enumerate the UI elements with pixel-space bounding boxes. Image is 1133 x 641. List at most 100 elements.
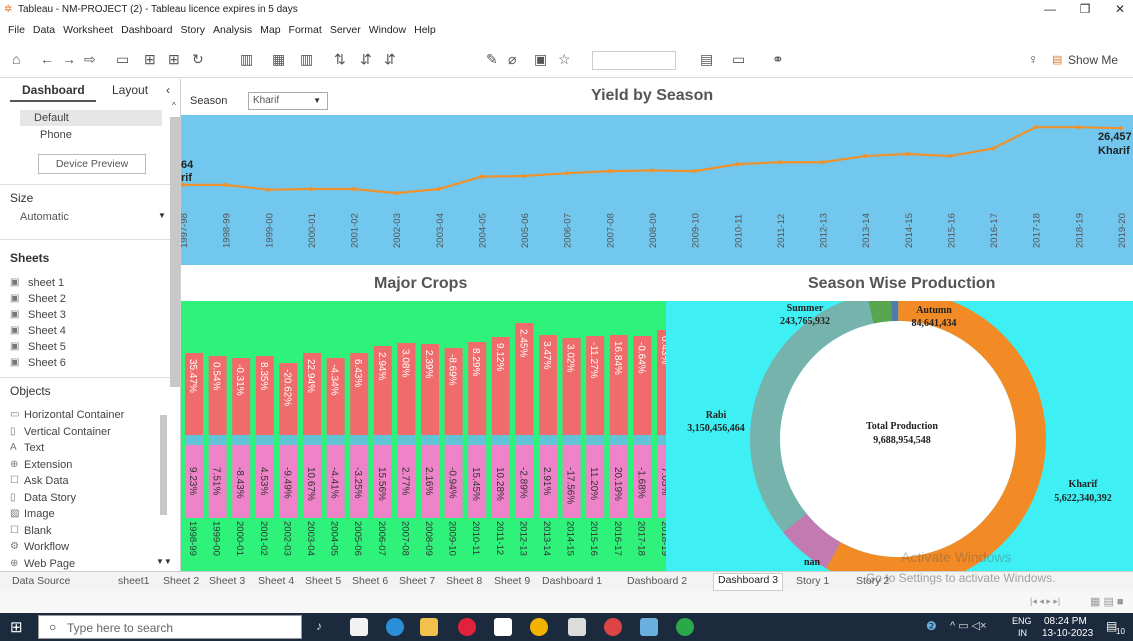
yield-point[interactable]: [607, 169, 612, 174]
tray-icons[interactable]: ^ ▭ ◁×: [950, 619, 987, 632]
restore-button[interactable]: ❐: [1075, 2, 1095, 16]
device-default[interactable]: Default: [34, 112, 69, 124]
help-icon[interactable]: ❷: [926, 619, 937, 633]
bar-mid-segment[interactable]: [657, 435, 666, 445]
show-cards-icon[interactable]: ▤: [700, 51, 713, 68]
object-text[interactable]: Text: [24, 442, 44, 454]
yield-point[interactable]: [1076, 125, 1081, 130]
sheet-item-3[interactable]: Sheet 3: [28, 309, 66, 322]
back-icon[interactable]: ←: [40, 51, 54, 67]
bar-mid-segment[interactable]: [609, 435, 628, 445]
bar-mid-segment[interactable]: [633, 435, 652, 445]
bottom-tab-sheet-2[interactable]: Sheet 2: [163, 575, 199, 587]
sheet-item-1[interactable]: sheet 1: [28, 277, 64, 290]
show-me-button[interactable]: Show Me: [1068, 53, 1118, 67]
yield-point[interactable]: [1033, 125, 1038, 130]
sheet-item-2[interactable]: Sheet 2: [28, 293, 66, 306]
presentation-icon[interactable]: ▭: [732, 51, 745, 68]
bar-mid-segment[interactable]: [185, 435, 203, 445]
opera-icon[interactable]: [458, 618, 476, 636]
yield-point[interactable]: [948, 154, 953, 159]
bottom-tab-dashboard-2[interactable]: Dashboard 2: [627, 575, 687, 587]
objects-scroll-down-icon[interactable]: ▼▼: [156, 557, 172, 566]
document-icon[interactable]: [494, 618, 512, 636]
bar-mid-segment[interactable]: [468, 435, 487, 445]
major-crops-bar-chart[interactable]: 35.47% 9.23% 1998-99 0.54% 7.51% 1999-00 -0.31…: [181, 301, 666, 571]
app2-icon[interactable]: [640, 618, 658, 636]
yield-point[interactable]: [308, 187, 313, 192]
left-scrollbar[interactable]: [170, 117, 180, 387]
minimize-button[interactable]: —: [1040, 2, 1060, 16]
bar-mid-segment[interactable]: [515, 435, 534, 445]
sort-asc-icon[interactable]: ⇵: [360, 51, 372, 68]
menu-window[interactable]: Window: [369, 20, 406, 40]
bottom-tab-sheet-7[interactable]: Sheet 7: [399, 575, 435, 587]
bottom-tab-sheet1[interactable]: sheet1: [118, 575, 150, 587]
bottom-tab-sheet-5[interactable]: Sheet 5: [305, 575, 341, 587]
yield-point[interactable]: [905, 151, 910, 156]
menu-worksheet[interactable]: Worksheet: [63, 20, 113, 40]
yield-point[interactable]: [863, 154, 868, 159]
bar-mid-segment[interactable]: [232, 435, 251, 445]
bottom-tab-dashboard-3[interactable]: Dashboard 3: [713, 573, 784, 591]
menu-server[interactable]: Server: [330, 20, 361, 40]
new-worksheet-icon[interactable]: ▥: [240, 51, 253, 68]
menu-format[interactable]: Format: [289, 20, 322, 40]
bar-mid-segment[interactable]: [562, 435, 581, 445]
yield-point[interactable]: [735, 162, 740, 167]
season-filter-dropdown[interactable]: Kharif ▼: [248, 92, 328, 110]
sheet-item-4[interactable]: Sheet 4: [28, 325, 66, 338]
clock-date[interactable]: 13-10-2023: [1042, 628, 1093, 639]
bar-mid-segment[interactable]: [421, 435, 439, 445]
object-ask-data[interactable]: Ask Data: [24, 475, 69, 487]
clear-sheet-icon[interactable]: ▥: [300, 51, 313, 68]
object-blank[interactable]: Blank: [24, 525, 52, 537]
bottom-tab-sheet-8[interactable]: Sheet 8: [446, 575, 482, 587]
close-button[interactable]: ✕: [1110, 2, 1130, 16]
bottom-tab-sheet-4[interactable]: Sheet 4: [258, 575, 294, 587]
chrome-icon[interactable]: [530, 618, 548, 636]
yield-point[interactable]: [777, 160, 782, 165]
object-image[interactable]: Image: [24, 508, 55, 520]
bar-mid-segment[interactable]: [586, 435, 605, 445]
windows-start-icon[interactable]: ⊞: [10, 618, 23, 636]
pin-icon[interactable]: ☆: [558, 51, 571, 68]
bar-mid-segment[interactable]: [350, 435, 369, 445]
forward-icon[interactable]: →: [62, 51, 76, 67]
edge-icon[interactable]: [386, 618, 404, 636]
duplicate-icon[interactable]: ▦: [272, 51, 285, 68]
size-dropdown[interactable]: Automatic: [20, 211, 69, 223]
bottom-tab-dashboard-1[interactable]: Dashboard 1: [542, 575, 602, 587]
home-icon[interactable]: ⌂: [12, 51, 20, 67]
share-icon[interactable]: ⚭: [772, 51, 784, 68]
object-data-story[interactable]: Data Story: [24, 492, 76, 504]
tooltip-icon[interactable]: ♀: [1028, 51, 1039, 67]
menu-story[interactable]: Story: [180, 20, 205, 40]
bottom-tab-sheet-6[interactable]: Sheet 6: [352, 575, 388, 587]
new-sheet-icon[interactable]: ⊞: [168, 51, 180, 68]
app-icon[interactable]: [604, 618, 622, 636]
label-icon[interactable]: ▣: [534, 51, 547, 68]
region-indicator[interactable]: IN: [1018, 628, 1027, 638]
yield-point[interactable]: [820, 160, 825, 165]
tab-layout[interactable]: Layout: [112, 83, 148, 97]
yield-point[interactable]: [223, 182, 228, 187]
bottom-tab-sheet-3[interactable]: Sheet 3: [209, 575, 245, 587]
bar-mid-segment[interactable]: [255, 435, 274, 445]
object-web-page[interactable]: Web Page: [24, 558, 75, 570]
fit-dropdown[interactable]: [592, 51, 676, 70]
season-production-donut-chart[interactable]: Summer 243,765,932 Autumn 84,641,434 Rabi 3,1…: [666, 301, 1133, 571]
yield-point[interactable]: [394, 191, 399, 196]
yield-point[interactable]: [351, 187, 356, 192]
object-horizontal-container[interactable]: Horizontal Container: [24, 409, 124, 421]
yield-point[interactable]: [692, 169, 697, 174]
device-preview-button[interactable]: Device Preview: [38, 154, 146, 174]
bar-mid-segment[interactable]: [491, 435, 510, 445]
taskbar-search-box[interactable]: ○ Type here to search: [38, 615, 302, 639]
object-vertical-container[interactable]: Vertical Container: [24, 426, 111, 438]
chrome2-icon[interactable]: [676, 618, 694, 636]
menu-data[interactable]: Data: [33, 20, 55, 40]
yield-point[interactable]: [266, 187, 271, 192]
menu-dashboard[interactable]: Dashboard: [121, 20, 172, 40]
scroll-up-icon[interactable]: ^: [172, 101, 176, 110]
